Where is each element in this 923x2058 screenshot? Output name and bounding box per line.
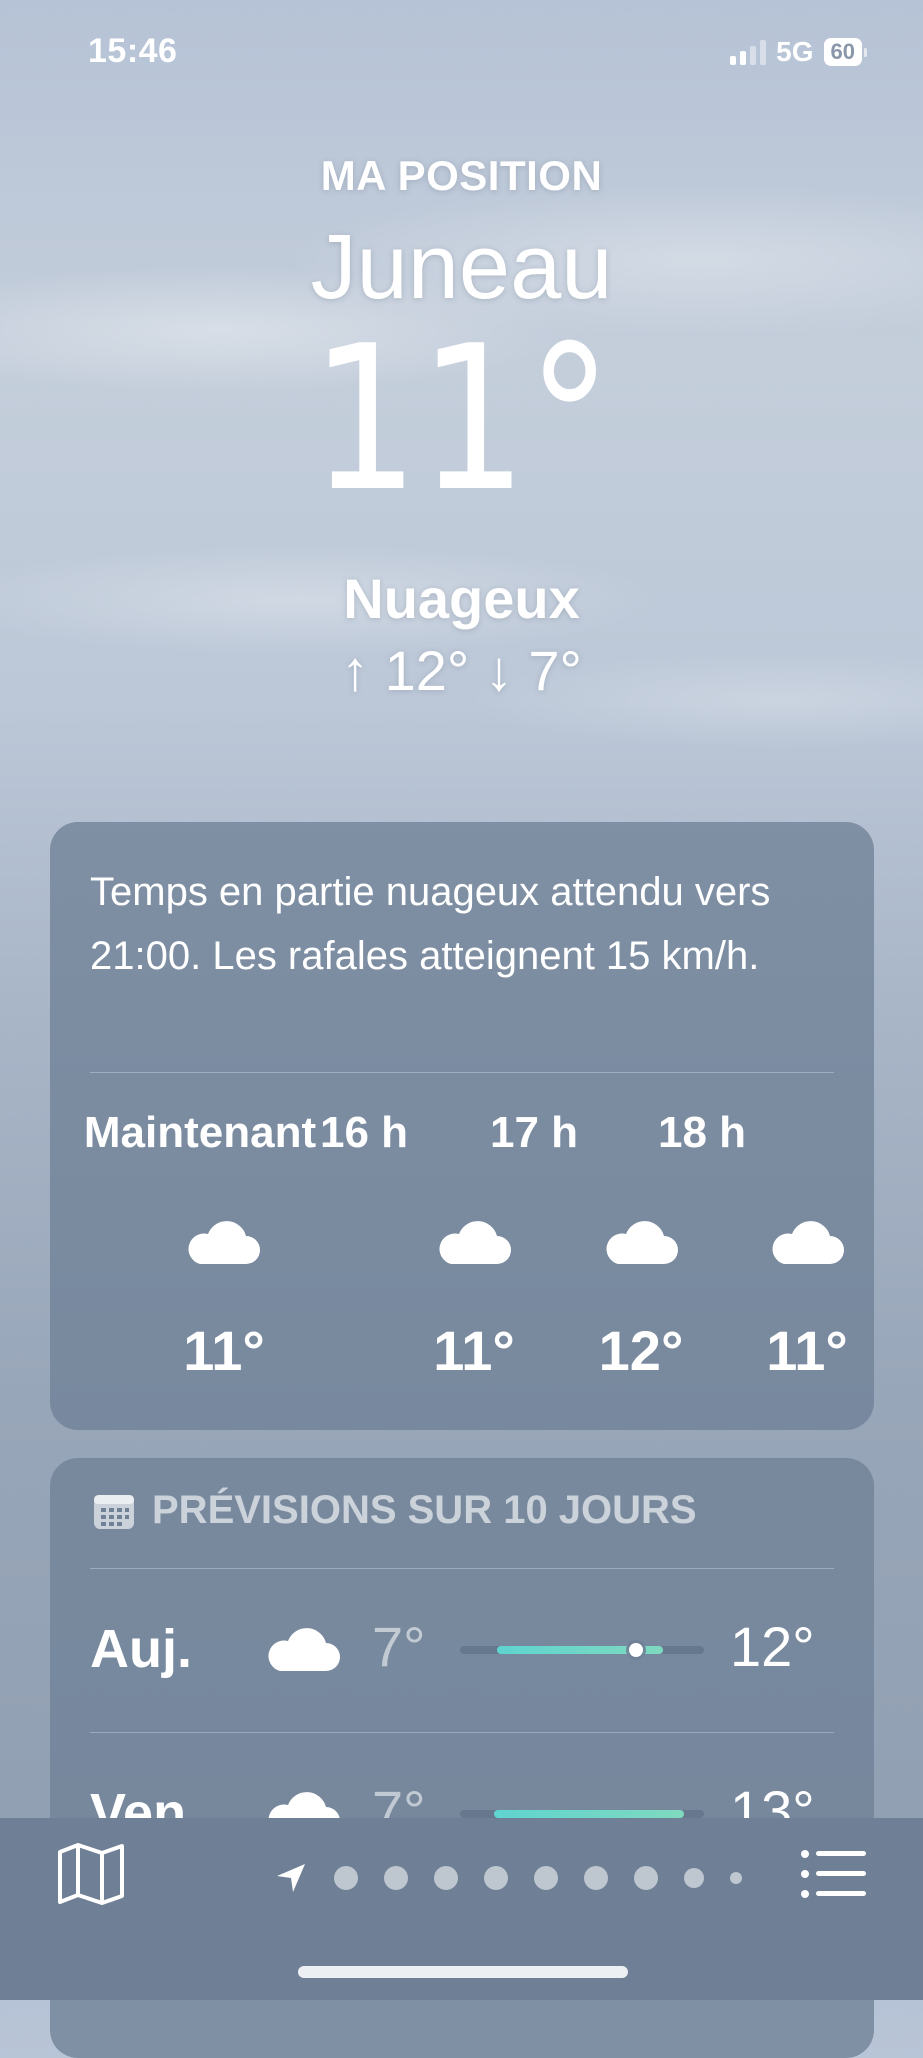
temperature-range-bar: [460, 1643, 704, 1657]
hour-label: 18 h: [657, 1108, 747, 1157]
hour-column-18[interactable]: 18 h: [622, 1108, 782, 1158]
status-time: 15:46: [88, 32, 178, 70]
battery-level: 60: [823, 38, 862, 66]
page-dot[interactable]: [730, 1872, 742, 1884]
page-dot[interactable]: [434, 1866, 458, 1890]
high-temperature: 12°: [730, 1615, 815, 1678]
forecast-summary: Temps en partie nuageux attendu vers 21:…: [90, 870, 771, 978]
hour-temperature: 12°: [598, 1319, 684, 1382]
page-dot[interactable]: [334, 1866, 358, 1890]
page-dot[interactable]: [584, 1866, 608, 1890]
card-divider: [90, 1568, 834, 1569]
cellular-signal-icon: [730, 39, 767, 65]
high-low-temperatures: ↑ 12° ↓ 7°: [341, 639, 582, 702]
weather-condition: Nuageux: [343, 567, 580, 630]
card-divider: [90, 1072, 834, 1073]
cloud-icon: [772, 1221, 844, 1264]
cloud-icon: [268, 1628, 340, 1671]
hour-column-16[interactable]: 16 h: [284, 1108, 444, 1158]
page-dot[interactable]: [534, 1866, 558, 1890]
hour-label: 16 h: [319, 1108, 409, 1157]
network-type: 5G: [776, 36, 814, 67]
cloud-icon: [188, 1221, 260, 1264]
hour-temperature: 11°: [433, 1319, 515, 1382]
low-temperature: 7°: [372, 1615, 426, 1678]
cloud-icon: [439, 1221, 511, 1264]
current-temperature-dot: [628, 1643, 643, 1657]
list-icon[interactable]: [800, 1848, 868, 1900]
forecast-header: PRÉVISIONS SUR 10 JOURS: [92, 1488, 697, 1533]
status-indicators: 5G 60: [730, 36, 867, 68]
temperature-range-bar: [460, 1810, 704, 1818]
day-name: Auj.: [90, 1619, 192, 1679]
cloud-icon: [606, 1221, 678, 1264]
temperature-range-fill: [494, 1810, 685, 1818]
hourly-forecast-card[interactable]: Temps en partie nuageux attendu vers 21:…: [50, 822, 874, 1430]
page-dot[interactable]: [684, 1868, 704, 1888]
page-dot[interactable]: [634, 1866, 658, 1890]
page-dot[interactable]: [384, 1866, 408, 1890]
location-label: MA POSITION: [320, 152, 603, 199]
page-dot[interactable]: [484, 1866, 508, 1890]
current-temperature: 11°: [310, 303, 613, 536]
hour-column-17[interactable]: 17 h: [454, 1108, 614, 1158]
forecast-row-today[interactable]: Auj. 7° 12°: [50, 1570, 874, 1734]
page-indicator[interactable]: [274, 1861, 742, 1895]
location-arrow-icon[interactable]: [274, 1861, 308, 1895]
calendar-icon: [94, 1494, 134, 1529]
forecast-title: PRÉVISIONS SUR 10 JOURS: [152, 1488, 697, 1532]
map-icon[interactable]: [56, 1842, 126, 1906]
hour-temperature: 11°: [766, 1319, 848, 1382]
home-indicator[interactable]: [298, 1966, 628, 1978]
hour-label: 17 h: [489, 1108, 579, 1157]
card-divider: [90, 1732, 834, 1733]
hour-temperature: 11°: [183, 1319, 265, 1382]
battery-icon: 60: [823, 38, 867, 66]
